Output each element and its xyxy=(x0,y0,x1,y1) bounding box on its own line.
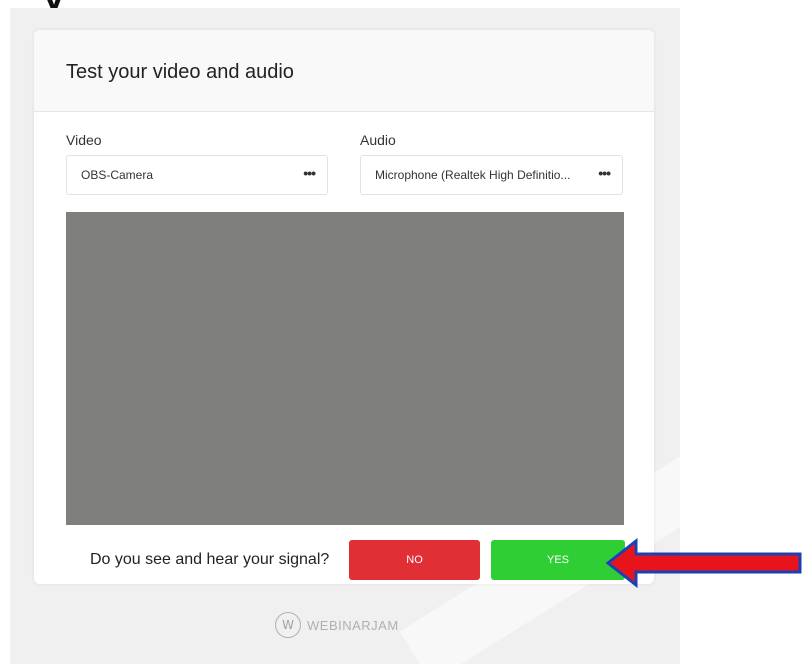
dialog-title: Test your video and audio xyxy=(66,61,294,83)
video-select[interactable]: OBS-Camera ••• xyxy=(66,155,328,195)
pointer-arrow-icon xyxy=(606,538,802,588)
brand-name: WEBINARJAM xyxy=(307,617,399,633)
video-label: Video xyxy=(66,132,102,148)
video-select-value: OBS-Camera xyxy=(81,168,154,182)
video-preview xyxy=(66,212,624,525)
webinarjam-logo: W WEBINARJAM xyxy=(275,612,399,638)
more-options-icon[interactable]: ••• xyxy=(303,165,316,181)
signal-question: Do you see and hear your signal? xyxy=(90,551,330,568)
yes-button[interactable]: YES xyxy=(491,540,625,580)
webinarjam-logo-icon: W xyxy=(275,612,301,638)
audio-label: Audio xyxy=(360,132,396,148)
more-options-icon[interactable]: ••• xyxy=(598,165,611,181)
audio-select[interactable]: Microphone (Realtek High Definitio... ••… xyxy=(360,155,623,195)
dialog-header: Test your video and audio xyxy=(34,30,654,112)
no-button[interactable]: NO xyxy=(349,540,480,580)
audio-select-value: Microphone (Realtek High Definitio... xyxy=(375,168,571,182)
test-dialog: Test your video and audio Video OBS-Came… xyxy=(34,30,654,584)
